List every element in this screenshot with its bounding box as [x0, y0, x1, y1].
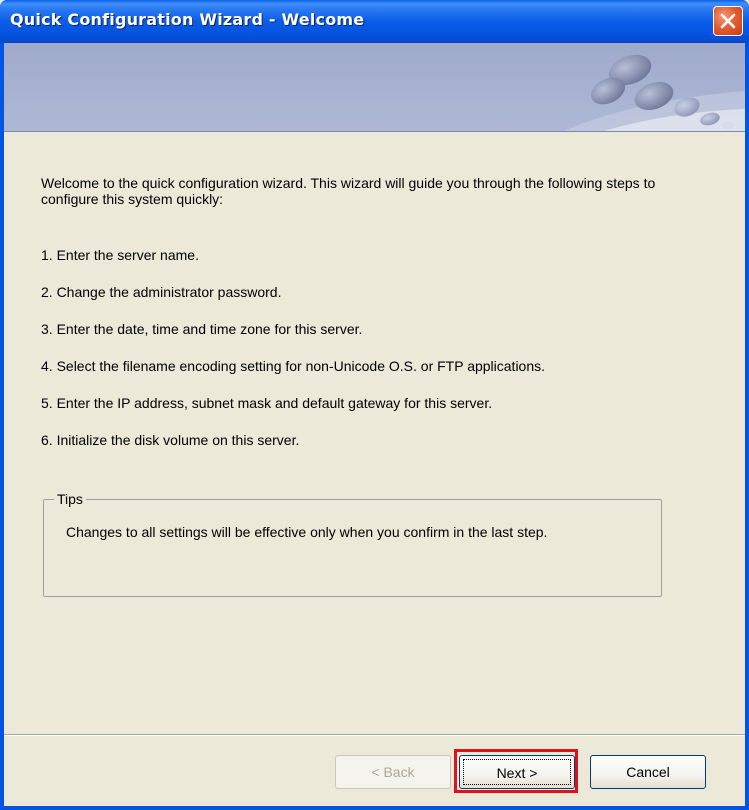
- focus-rect: Next >: [463, 759, 571, 785]
- banner-graphic: [564, 54, 745, 131]
- cancel-button-label: Cancel: [626, 764, 670, 780]
- next-button-label: Next >: [496, 765, 538, 781]
- step-4: 4. Select the filename encoding setting …: [41, 358, 546, 374]
- close-button[interactable]: [713, 6, 743, 36]
- back-button-label: < Back: [371, 764, 415, 780]
- step-2: 2. Change the administrator password.: [41, 284, 282, 300]
- wizard-window: Quick Configuration Wizard - Welcome Wel…: [0, 0, 749, 810]
- window-title: Quick Configuration Wizard - Welcome: [10, 10, 365, 29]
- tips-text: Changes to all settings will be effectiv…: [66, 524, 548, 540]
- dialog-body: Welcome to the quick configuration wizar…: [4, 43, 745, 806]
- next-button[interactable]: Next >: [459, 755, 575, 789]
- step-5: 5. Enter the IP address, subnet mask and…: [41, 395, 493, 411]
- title-bar[interactable]: Quick Configuration Wizard - Welcome: [0, 0, 749, 43]
- step-6: 6. Initialize the disk volume on this se…: [41, 432, 300, 448]
- tips-legend: Tips: [54, 491, 86, 507]
- cancel-button[interactable]: Cancel: [590, 755, 706, 789]
- tips-groupbox: Tips Changes to all settings will be eff…: [43, 491, 662, 597]
- close-icon: [720, 13, 736, 29]
- intro-text: Welcome to the quick configuration wizar…: [41, 175, 656, 207]
- step-3: 3. Enter the date, time and time zone fo…: [41, 321, 363, 337]
- header-banner: [4, 43, 745, 132]
- step-1: 1. Enter the server name.: [41, 247, 199, 263]
- back-button[interactable]: < Back: [335, 755, 451, 789]
- footer-separator-highlight: [4, 735, 745, 736]
